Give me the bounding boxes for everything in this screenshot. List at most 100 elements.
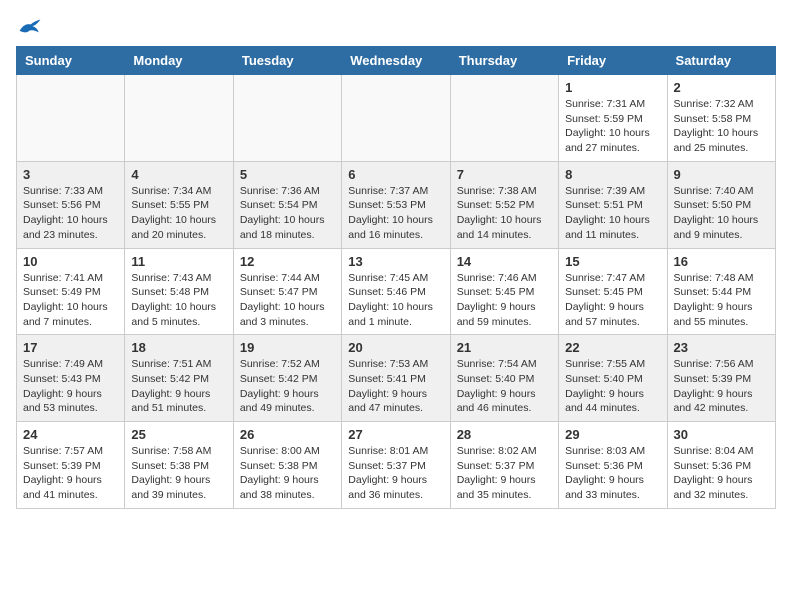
- day-info: Sunrise: 7:39 AM Sunset: 5:51 PM Dayligh…: [565, 184, 660, 243]
- page-header: [16, 16, 776, 36]
- day-info: Sunrise: 7:40 AM Sunset: 5:50 PM Dayligh…: [674, 184, 769, 243]
- day-info: Sunrise: 7:57 AM Sunset: 5:39 PM Dayligh…: [23, 444, 118, 503]
- day-number: 24: [23, 427, 118, 442]
- day-info: Sunrise: 7:46 AM Sunset: 5:45 PM Dayligh…: [457, 271, 552, 330]
- day-number: 15: [565, 254, 660, 269]
- calendar-cell: 26 Sunrise: 8:00 AM Sunset: 5:38 PM Dayli…: [233, 422, 341, 509]
- day-number: 13: [348, 254, 443, 269]
- calendar-cell: 8 Sunrise: 7:39 AM Sunset: 5:51 PM Daylig…: [559, 161, 667, 248]
- calendar-cell: 10 Sunrise: 7:41 AM Sunset: 5:49 PM Dayli…: [17, 248, 125, 335]
- calendar-cell: 21Sunrise: 7:54 AM Sunset: 5:40 PM Dayli…: [450, 335, 558, 422]
- calendar-cell: 29 Sunrise: 8:03 AM Sunset: 5:36 PM Dayli…: [559, 422, 667, 509]
- day-number: 4: [131, 167, 226, 182]
- day-number: 2: [674, 80, 769, 95]
- calendar-cell: 20 Sunrise: 7:53 AM Sunset: 5:41 PM Dayli…: [342, 335, 450, 422]
- logo: [16, 16, 42, 36]
- day-number: 21: [457, 340, 552, 355]
- calendar-cell: 15 Sunrise: 7:47 AM Sunset: 5:45 PM Dayli…: [559, 248, 667, 335]
- day-info: Sunrise: 7:41 AM Sunset: 5:49 PM Dayligh…: [23, 271, 118, 330]
- calendar-cell: 19 Sunrise: 7:52 AM Sunset: 5:42 PM Dayli…: [233, 335, 341, 422]
- day-number: 12: [240, 254, 335, 269]
- weekday-header: Sunday: [17, 47, 125, 75]
- calendar-cell: 1 Sunrise: 7:31 AM Sunset: 5:59 PM Daylig…: [559, 75, 667, 162]
- day-info: Sunrise: 7:47 AM Sunset: 5:45 PM Dayligh…: [565, 271, 660, 330]
- day-info: Sunrise: 7:43 AM Sunset: 5:48 PM Dayligh…: [131, 271, 226, 330]
- day-number: 7: [457, 167, 552, 182]
- day-number: 29: [565, 427, 660, 442]
- calendar-cell: 30 Sunrise: 8:04 AM Sunset: 5:36 PM Dayli…: [667, 422, 775, 509]
- calendar-cell: [125, 75, 233, 162]
- day-info: Sunrise: 7:51 AM Sunset: 5:42 PM Dayligh…: [131, 357, 226, 416]
- day-info: Sunrise: 8:04 AM Sunset: 5:36 PM Dayligh…: [674, 444, 769, 503]
- calendar-cell: [17, 75, 125, 162]
- calendar-cell: 11Sunrise: 7:43 AM Sunset: 5:48 PM Dayli…: [125, 248, 233, 335]
- day-number: 17: [23, 340, 118, 355]
- day-info: Sunrise: 8:00 AM Sunset: 5:38 PM Dayligh…: [240, 444, 335, 503]
- day-number: 23: [674, 340, 769, 355]
- weekday-header: Tuesday: [233, 47, 341, 75]
- calendar-cell: 14 Sunrise: 7:46 AM Sunset: 5:45 PM Dayli…: [450, 248, 558, 335]
- day-info: Sunrise: 7:58 AM Sunset: 5:38 PM Dayligh…: [131, 444, 226, 503]
- day-number: 25: [131, 427, 226, 442]
- calendar-cell: 18 Sunrise: 7:51 AM Sunset: 5:42 PM Dayli…: [125, 335, 233, 422]
- day-number: 19: [240, 340, 335, 355]
- calendar-cell: 24 Sunrise: 7:57 AM Sunset: 5:39 PM Dayli…: [17, 422, 125, 509]
- day-number: 14: [457, 254, 552, 269]
- day-info: Sunrise: 7:48 AM Sunset: 5:44 PM Dayligh…: [674, 271, 769, 330]
- day-info: Sunrise: 7:53 AM Sunset: 5:41 PM Dayligh…: [348, 357, 443, 416]
- day-number: 20: [348, 340, 443, 355]
- calendar-cell: 4 Sunrise: 7:34 AM Sunset: 5:55 PM Daylig…: [125, 161, 233, 248]
- day-number: 27: [348, 427, 443, 442]
- day-info: Sunrise: 7:49 AM Sunset: 5:43 PM Dayligh…: [23, 357, 118, 416]
- day-info: Sunrise: 8:03 AM Sunset: 5:36 PM Dayligh…: [565, 444, 660, 503]
- day-number: 28: [457, 427, 552, 442]
- calendar-cell: 28Sunrise: 8:02 AM Sunset: 5:37 PM Dayli…: [450, 422, 558, 509]
- calendar-cell: 6Sunrise: 7:37 AM Sunset: 5:53 PM Daylig…: [342, 161, 450, 248]
- calendar-cell: [233, 75, 341, 162]
- day-number: 8: [565, 167, 660, 182]
- day-info: Sunrise: 7:31 AM Sunset: 5:59 PM Dayligh…: [565, 97, 660, 156]
- calendar-header-row: SundayMondayTuesdayWednesdayThursdayFrid…: [17, 47, 776, 75]
- day-number: 10: [23, 254, 118, 269]
- day-info: Sunrise: 7:38 AM Sunset: 5:52 PM Dayligh…: [457, 184, 552, 243]
- day-info: Sunrise: 7:36 AM Sunset: 5:54 PM Dayligh…: [240, 184, 335, 243]
- calendar-row: 24 Sunrise: 7:57 AM Sunset: 5:39 PM Dayli…: [17, 422, 776, 509]
- day-info: Sunrise: 7:55 AM Sunset: 5:40 PM Dayligh…: [565, 357, 660, 416]
- weekday-header: Saturday: [667, 47, 775, 75]
- calendar-cell: 25 Sunrise: 7:58 AM Sunset: 5:38 PM Dayli…: [125, 422, 233, 509]
- day-number: 5: [240, 167, 335, 182]
- calendar-cell: [342, 75, 450, 162]
- day-info: Sunrise: 7:44 AM Sunset: 5:47 PM Dayligh…: [240, 271, 335, 330]
- day-number: 26: [240, 427, 335, 442]
- weekday-header: Wednesday: [342, 47, 450, 75]
- calendar-cell: 27Sunrise: 8:01 AM Sunset: 5:37 PM Dayli…: [342, 422, 450, 509]
- calendar-cell: 12 Sunrise: 7:44 AM Sunset: 5:47 PM Dayli…: [233, 248, 341, 335]
- calendar-cell: 5 Sunrise: 7:36 AM Sunset: 5:54 PM Daylig…: [233, 161, 341, 248]
- calendar-cell: 7 Sunrise: 7:38 AM Sunset: 5:52 PM Daylig…: [450, 161, 558, 248]
- calendar-table: SundayMondayTuesdayWednesdayThursdayFrid…: [16, 46, 776, 509]
- day-number: 18: [131, 340, 226, 355]
- calendar-row: 1 Sunrise: 7:31 AM Sunset: 5:59 PM Daylig…: [17, 75, 776, 162]
- day-info: Sunrise: 7:45 AM Sunset: 5:46 PM Dayligh…: [348, 271, 443, 330]
- day-info: Sunrise: 7:37 AM Sunset: 5:53 PM Dayligh…: [348, 184, 443, 243]
- calendar-cell: [450, 75, 558, 162]
- day-info: Sunrise: 7:52 AM Sunset: 5:42 PM Dayligh…: [240, 357, 335, 416]
- calendar-row: 3Sunrise: 7:33 AM Sunset: 5:56 PM Daylig…: [17, 161, 776, 248]
- calendar-cell: 16 Sunrise: 7:48 AM Sunset: 5:44 PM Dayli…: [667, 248, 775, 335]
- day-number: 22: [565, 340, 660, 355]
- day-number: 16: [674, 254, 769, 269]
- calendar-cell: 23 Sunrise: 7:56 AM Sunset: 5:39 PM Dayli…: [667, 335, 775, 422]
- calendar-cell: 2Sunrise: 7:32 AM Sunset: 5:58 PM Daylig…: [667, 75, 775, 162]
- calendar-cell: 17 Sunrise: 7:49 AM Sunset: 5:43 PM Dayli…: [17, 335, 125, 422]
- logo-bird-icon: [18, 16, 42, 36]
- day-number: 1: [565, 80, 660, 95]
- day-info: Sunrise: 7:56 AM Sunset: 5:39 PM Dayligh…: [674, 357, 769, 416]
- calendar-row: 10 Sunrise: 7:41 AM Sunset: 5:49 PM Dayli…: [17, 248, 776, 335]
- day-info: Sunrise: 7:34 AM Sunset: 5:55 PM Dayligh…: [131, 184, 226, 243]
- day-number: 9: [674, 167, 769, 182]
- weekday-header: Friday: [559, 47, 667, 75]
- day-number: 3: [23, 167, 118, 182]
- day-number: 30: [674, 427, 769, 442]
- calendar-cell: 13 Sunrise: 7:45 AM Sunset: 5:46 PM Dayli…: [342, 248, 450, 335]
- weekday-header: Thursday: [450, 47, 558, 75]
